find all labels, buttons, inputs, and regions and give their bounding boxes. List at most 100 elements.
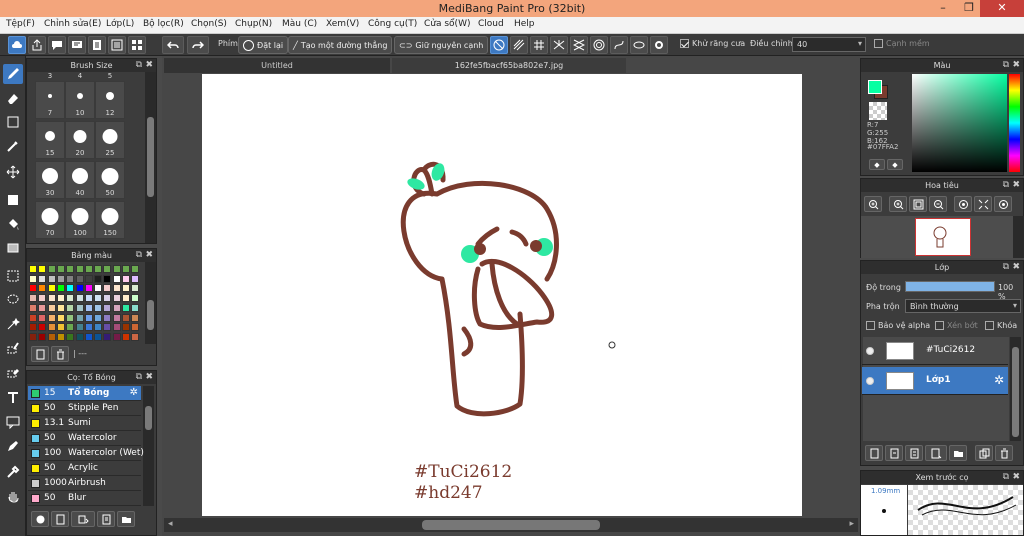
snap-vanish-icon[interactable] (570, 36, 588, 54)
float-icon[interactable]: ⧉ (1003, 261, 1009, 274)
snap-off-icon[interactable] (490, 36, 508, 54)
float-icon[interactable]: ⧉ (1003, 471, 1009, 484)
eyedropper-icon[interactable] (3, 462, 23, 482)
palette-swatch[interactable] (94, 332, 103, 341)
palette-swatch[interactable] (66, 265, 75, 273)
brush-new-icon[interactable] (51, 511, 69, 527)
select-rect-tool-icon[interactable] (3, 266, 23, 286)
palette-swatch[interactable] (38, 313, 47, 322)
brush-list-item[interactable]: 50 Acrylic (28, 461, 141, 476)
brush-settings-gear-icon[interactable]: ✲ (130, 387, 138, 398)
palette-swatch[interactable] (47, 265, 56, 273)
fit-screen-icon[interactable] (909, 196, 927, 212)
navigator-scrollbar[interactable] (1013, 216, 1024, 258)
fit-window-icon[interactable] (974, 196, 992, 212)
panel-close-icon[interactable]: ✖ (1012, 59, 1020, 72)
brush-list-item[interactable]: 100 Watercolor (Wet) (28, 446, 144, 461)
brush-list-scroll-thumb[interactable] (145, 406, 152, 430)
snap-parallel-icon[interactable] (510, 36, 528, 54)
speech-bubble-icon[interactable] (3, 412, 23, 432)
brush-folder-icon[interactable] (117, 511, 135, 527)
palette-swatch[interactable] (103, 323, 112, 332)
horizontal-scrollbar[interactable]: ◂ ▸ (164, 518, 858, 532)
brush-size-option[interactable]: 7 (35, 81, 65, 119)
layer-row[interactable]: #TuCi2612 (862, 337, 1008, 365)
lasso-tool-icon[interactable] (3, 290, 23, 310)
palette-swatch[interactable] (112, 265, 121, 273)
snap-curve-icon[interactable] (610, 36, 628, 54)
menu-capture[interactable]: Chụp(N) (235, 19, 272, 29)
menu-color[interactable]: Màu (C) (282, 19, 317, 29)
palette-swatch[interactable] (29, 284, 37, 293)
brush-size-option[interactable]: 20 (65, 121, 95, 159)
protect-alpha-checkbox[interactable] (866, 321, 875, 330)
palette-swatch[interactable] (131, 294, 140, 303)
menu-select[interactable]: Chọn(S) (191, 19, 227, 29)
duplicate-layer-icon[interactable] (975, 445, 993, 461)
smooth-toggle[interactable]: Cạnh mềm (874, 39, 930, 48)
brush-size-option[interactable]: 25 (95, 121, 125, 159)
palette-swatch[interactable] (122, 332, 130, 341)
brush-size-option[interactable]: 30 (35, 161, 65, 199)
palette-swatch[interactable] (94, 265, 103, 273)
palette-swatch[interactable] (94, 323, 103, 332)
brush-list-item[interactable]: 50 Watercolor (28, 431, 141, 446)
menu-help[interactable]: Help (514, 19, 535, 29)
delete-layer-icon[interactable] (995, 445, 1013, 461)
palette-swatch[interactable] (66, 303, 75, 312)
undo-icon[interactable] (162, 36, 184, 54)
palette-swatch[interactable] (75, 265, 84, 273)
palette-swatch[interactable] (84, 265, 93, 273)
layer-visibility-icon[interactable] (866, 347, 874, 355)
palette-swatch[interactable] (84, 274, 93, 283)
palette-swatch[interactable] (29, 265, 37, 273)
rectangle-tool-icon[interactable] (3, 112, 23, 132)
palette-swatch[interactable] (103, 332, 112, 341)
palette-swatch[interactable] (131, 332, 140, 341)
grid-icon[interactable] (128, 36, 146, 54)
palette-swatch[interactable] (75, 332, 84, 341)
lock-toggle[interactable]: Khóa (985, 321, 1017, 330)
adjust-dropdown[interactable]: 40 (792, 37, 866, 52)
palette-swatch[interactable] (131, 313, 140, 322)
palette-swatch[interactable] (103, 265, 112, 273)
maximize-button[interactable]: ❐ (956, 0, 982, 17)
share-icon[interactable] (28, 36, 46, 54)
close-button[interactable]: ✕ (980, 0, 1024, 17)
move-tool-icon[interactable] (3, 162, 23, 182)
keep-edge-button[interactable]: ⊂⊃ Giữ nguyên cạnh (394, 36, 489, 54)
brush-size-option[interactable]: 10 (65, 81, 95, 119)
rotate-right-icon[interactable] (994, 196, 1012, 212)
cloud-icon[interactable] (8, 36, 26, 54)
palette-swatch[interactable] (38, 294, 47, 303)
palette-swatch[interactable] (47, 323, 56, 332)
brush-size-option[interactable]: 150 (95, 201, 125, 239)
palette-swatch[interactable] (66, 294, 75, 303)
palette-swatch[interactable] (47, 313, 56, 322)
palette-swatch[interactable] (38, 332, 47, 341)
navigator-preview-area[interactable] (861, 216, 1013, 258)
brush-list-item[interactable]: 1000 Airbrush (28, 476, 141, 491)
palette-swatch[interactable] (47, 332, 56, 341)
comment-icon[interactable] (48, 36, 66, 54)
menu-tools[interactable]: Công cụ(T) (368, 19, 417, 29)
menu-file[interactable]: Tệp(F) (6, 19, 35, 29)
new-layer-8bit-icon[interactable] (885, 445, 903, 461)
dot-tool-icon[interactable] (3, 136, 23, 156)
palette-swatch[interactable] (94, 303, 103, 312)
palette-swatch[interactable] (38, 303, 47, 312)
zoom-in-2-icon[interactable] (889, 196, 907, 212)
palette-swatch[interactable] (66, 323, 75, 332)
palette-swatch[interactable] (103, 274, 112, 283)
select-pen-icon[interactable] (3, 338, 23, 358)
palette-swatch[interactable] (112, 323, 121, 332)
settings-gear-icon[interactable] (650, 36, 668, 54)
palette-swatch[interactable] (56, 284, 65, 293)
palette-swatch[interactable] (131, 323, 140, 332)
palette-swatch[interactable] (38, 274, 47, 283)
palette-swatch[interactable] (75, 274, 84, 283)
palette-swatch[interactable] (29, 313, 37, 322)
layer-visibility-icon[interactable] (866, 377, 874, 385)
palette-swatch[interactable] (131, 284, 140, 293)
palette-swatch[interactable] (122, 323, 130, 332)
